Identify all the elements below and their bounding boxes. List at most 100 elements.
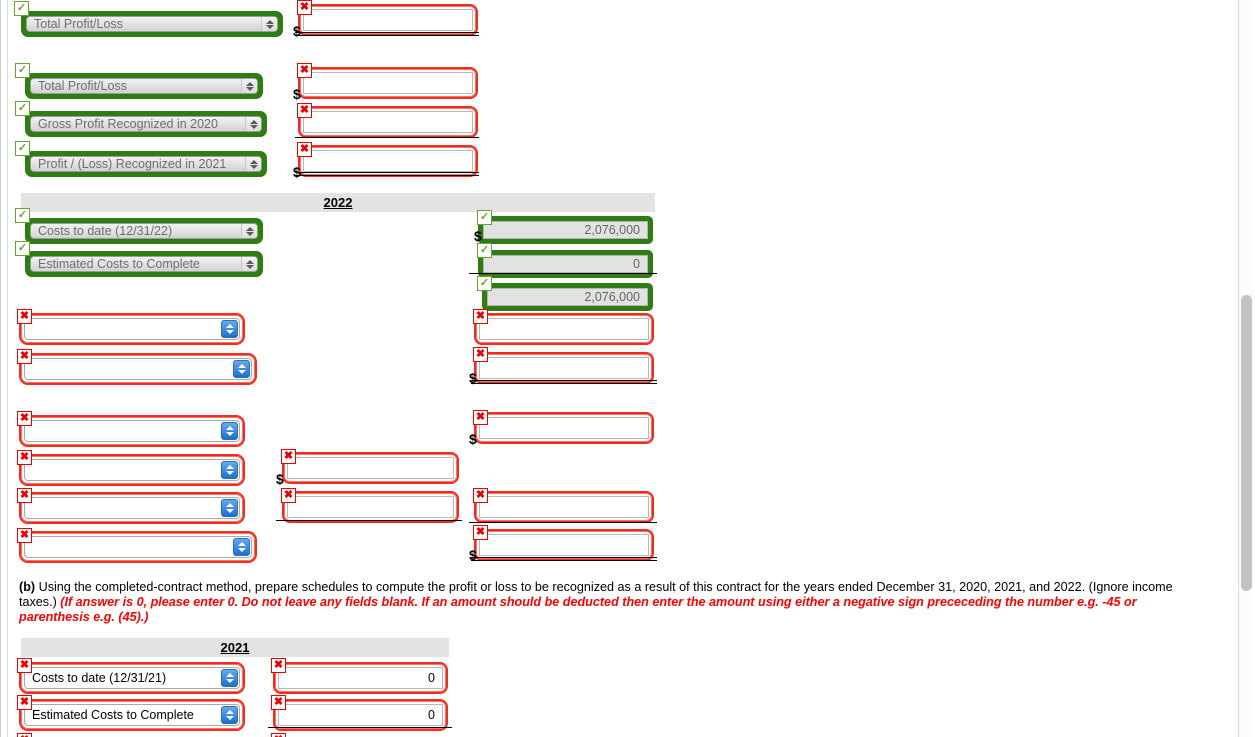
total-double-rule [471,557,657,561]
select-value-label: Costs to date (12/31/21) [32,671,167,685]
blank-amount-5-value[interactable] [479,534,649,556]
blank-amount-4-value[interactable] [479,496,649,518]
costs-to-date-2021-value[interactable]: 0 [278,667,443,689]
spinner-arrows-icon[interactable] [241,257,257,271]
spinner-arrows-icon[interactable] [245,157,261,171]
scrollbar-thumb[interactable] [1241,295,1252,591]
select-value-label: Costs to date (12/31/22) [38,224,173,238]
total-costs-2022-amount: 2,076,000 [487,288,648,306]
blank-mid-amount-2[interactable] [282,491,459,523]
amount-input-3-value[interactable] [303,111,473,133]
profit-loss-select-2[interactable]: Total Profit/Loss [25,73,263,99]
blank-select-1[interactable] [19,313,245,345]
spinner-arrows-icon[interactable] [233,538,250,556]
estimated-costs-2021-select[interactable]: Estimated Costs to Complete [19,699,245,731]
status-badge-invalid: ✖ [17,733,32,737]
spinner-arrows-icon[interactable] [221,461,238,479]
year-header-2021-label: 2021 [220,640,250,655]
blank-mid-amount-1-value[interactable] [287,457,454,479]
select-value-label: Estimated Costs to Complete [32,708,194,722]
select-value-label: Gross Profit Recognized in 2020 [38,117,218,131]
status-badge-valid: ✓ [15,241,30,256]
status-badge-invalid: ✖ [281,488,296,503]
costs-to-date-2022-select[interactable]: Costs to date (12/31/22) [25,218,263,244]
spinner-arrows-icon[interactable] [241,79,257,93]
status-badge-valid: ✓ [15,101,30,116]
blank-amount-3-value[interactable] [479,417,649,439]
blank-mid-amount-1[interactable] [282,452,459,484]
select-value-label: Estimated Costs to Complete [38,257,200,271]
status-badge-invalid: ✖ [17,695,32,710]
spinner-arrows-icon[interactable] [261,17,277,31]
blank-amount-3[interactable] [474,412,654,444]
select-value-label: Profit / (Loss) Recognized in 2021 [38,157,227,171]
spinner-arrows-icon[interactable] [221,706,238,724]
blank-amount-2-value[interactable] [479,357,649,379]
scrollable-page: Total Profit/Loss ✓ ✖ $ Total Profit/Los… [0,0,1255,737]
amount-input-4-value[interactable] [303,150,473,172]
blank-amount-4[interactable] [474,491,654,523]
status-badge-invalid: ✖ [17,450,32,465]
question-b: (b) Using the completed-contract method,… [19,580,1199,626]
subtotal-rule [295,137,479,138]
status-badge-valid: ✓ [15,141,30,156]
gross-profit-2020-select[interactable]: Gross Profit Recognized in 2020 [25,111,267,137]
total-costs-2022-value: 2,076,000 [482,283,653,311]
status-badge-invalid: ✖ [297,103,312,118]
status-badge-invalid: ✖ [271,695,286,710]
blank-select-3[interactable] [19,415,245,447]
status-badge-invalid: ✖ [271,658,286,673]
estimated-costs-2022-select[interactable]: Estimated Costs to Complete [25,251,263,277]
estimated-costs-2021-value[interactable]: 0 [278,704,443,726]
profit-loss-2021-select[interactable]: Profit / (Loss) Recognized in 2021 [25,151,267,177]
costs-to-date-2021-input[interactable]: 0 [273,662,448,694]
spinner-arrows-icon[interactable] [221,499,238,517]
blank-mid-amount-2-value[interactable] [287,496,454,518]
status-badge-invalid: ✖ [297,142,312,157]
amount-input-1-value[interactable] [303,9,473,31]
year-header-2021: 2021 [21,638,449,657]
blank-select-4[interactable] [19,454,245,486]
status-badge-invalid: ✖ [17,528,32,543]
status-badge-invalid: ✖ [473,410,488,425]
total-double-rule [295,32,479,36]
spinner-arrows-icon[interactable] [221,320,238,338]
total-double-rule [295,172,479,176]
status-badge-invalid: ✖ [297,63,312,78]
subtotal-rule [268,727,452,728]
blank-amount-1-value[interactable] [479,318,649,340]
subtotal-rule [276,520,462,521]
status-badge-invalid: ✖ [297,0,312,15]
spinner-arrows-icon[interactable] [221,422,238,440]
spinner-arrows-icon[interactable] [233,360,250,378]
select-value-label: Total Profit/Loss [34,17,123,31]
spinner-arrows-icon[interactable] [245,117,261,131]
currency-symbol: $ [293,86,301,102]
status-badge-valid: ✓ [15,63,30,78]
amount-input-3[interactable] [298,106,478,138]
status-badge-invalid: ✖ [281,449,296,464]
blank-select-6[interactable] [19,531,257,563]
subtotal-rule [469,522,657,523]
status-badge-invalid: ✖ [473,347,488,362]
blank-select-5[interactable] [19,492,245,524]
blank-amount-1[interactable] [474,313,654,345]
currency-symbol: $ [469,431,477,447]
profit-loss-select-1[interactable]: Total Profit/Loss [21,11,283,37]
status-badge-invalid: ✖ [473,488,488,503]
spinner-arrows-icon[interactable] [241,224,257,238]
status-badge-valid: ✓ [477,210,492,225]
spinner-arrows-icon[interactable] [221,669,238,687]
costs-to-date-2021-select[interactable]: Costs to date (12/31/21) [19,662,245,694]
amount-input-2[interactable] [298,67,478,99]
select-value-label: Total Profit/Loss [38,79,127,93]
currency-symbol: $ [276,471,284,487]
status-badge-valid: ✓ [477,243,492,258]
blank-select-2[interactable] [19,353,257,385]
costs-to-date-2022-value: 2,076,000 [478,216,653,244]
status-badge-invalid: ✖ [17,309,32,324]
estimated-costs-2022-amount: 0 [483,255,648,273]
currency-symbol: $ [474,228,482,244]
amount-input-2-value[interactable] [303,72,473,94]
year-header-2022-label: 2022 [323,195,353,210]
